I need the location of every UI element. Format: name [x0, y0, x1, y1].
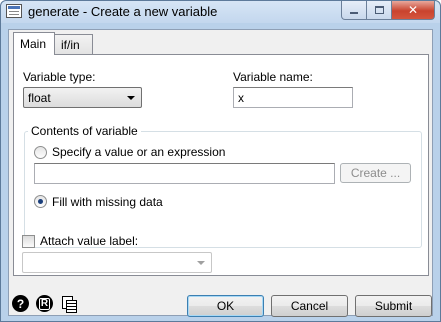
minimize-icon [350, 12, 358, 14]
reset-icon[interactable]: R [36, 295, 53, 312]
dialog-client-area: Main if/in Variable type: float Variable… [8, 29, 433, 317]
ok-button-label: OK [216, 299, 235, 313]
close-button[interactable]: ✕ [392, 1, 435, 20]
variable-name-value: x [238, 91, 244, 105]
variable-type-dropdown[interactable]: float [23, 87, 142, 108]
maximize-icon [374, 6, 384, 14]
attach-value-label-text[interactable]: Attach value label: [40, 234, 138, 248]
dialog-window: generate - Create a new variable ✕ Main … [0, 0, 441, 322]
chevron-down-icon [127, 96, 135, 100]
radio-expression[interactable] [34, 146, 47, 159]
help-icon[interactable]: ? [12, 295, 29, 312]
variable-type-value: float [28, 91, 51, 105]
tab-if-in[interactable]: if/in [54, 34, 93, 54]
tab-if-in-label: if/in [61, 37, 80, 52]
ok-button[interactable]: OK [187, 295, 264, 317]
value-label-dropdown[interactable] [22, 252, 212, 273]
tab-main-label: Main [20, 37, 47, 51]
variable-type-label: Variable type: [23, 70, 96, 84]
copy-command-icon[interactable] [60, 295, 77, 313]
radio-missing-data-label[interactable]: Fill with missing data [52, 195, 163, 209]
minimize-button[interactable] [341, 1, 367, 20]
contents-group-title: Contents of variable [28, 124, 141, 138]
cancel-button[interactable]: Cancel [271, 295, 348, 317]
close-icon: ✕ [407, 3, 419, 17]
submit-button[interactable]: Submit [355, 295, 432, 317]
create-button-label: Create ... [350, 166, 401, 180]
window-controls: ✕ [341, 1, 435, 20]
create-button[interactable]: Create ... [340, 163, 411, 183]
expression-input[interactable] [34, 163, 335, 184]
maximize-button[interactable] [367, 1, 392, 20]
tab-main[interactable]: Main [13, 32, 55, 55]
radio-missing-data[interactable] [34, 195, 47, 208]
cancel-button-label: Cancel [290, 299, 329, 313]
app-icon[interactable] [6, 4, 22, 18]
attach-value-label-checkbox[interactable] [22, 235, 35, 248]
variable-name-label: Variable name: [233, 70, 313, 84]
submit-button-label: Submit [374, 299, 413, 313]
title-bar[interactable]: generate - Create a new variable ✕ [1, 1, 440, 23]
chevron-down-icon [197, 261, 205, 265]
variable-name-input[interactable]: x [233, 87, 353, 108]
radio-expression-label[interactable]: Specify a value or an expression [52, 145, 225, 159]
window-title: generate - Create a new variable [28, 4, 218, 19]
